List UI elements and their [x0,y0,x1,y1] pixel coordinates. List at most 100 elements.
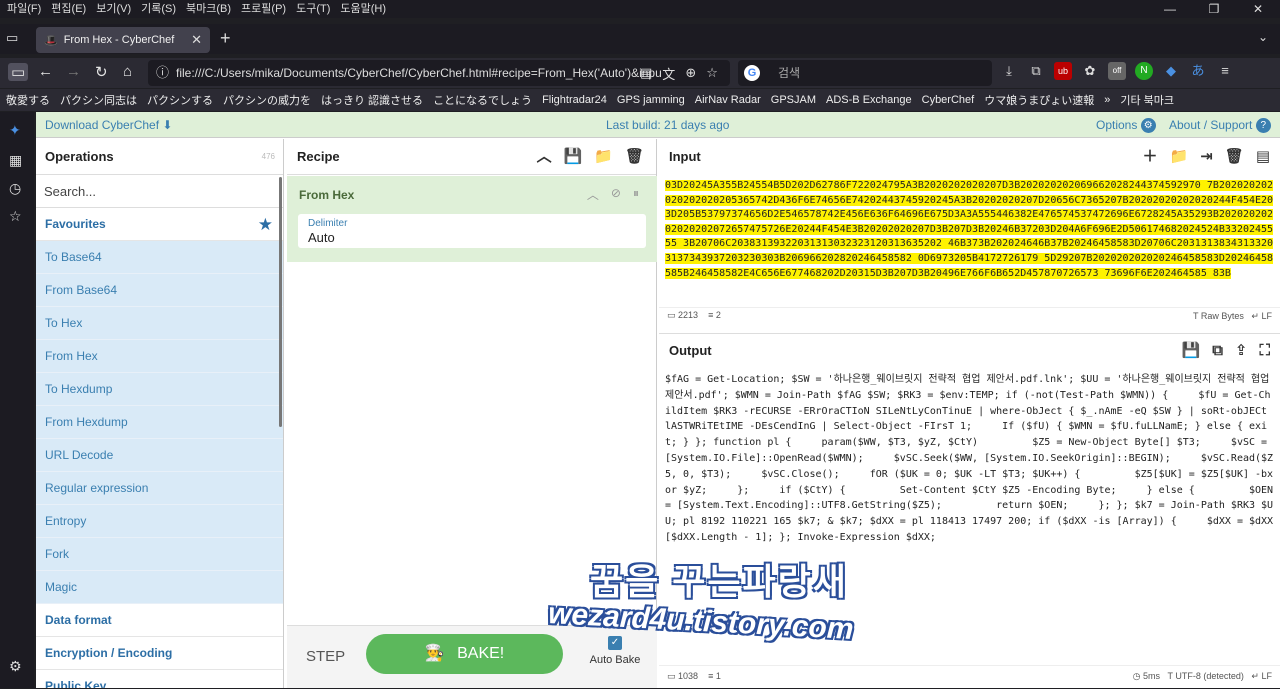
bookmarks-overflow-icon[interactable]: » [1104,94,1110,106]
delimiter-value[interactable]: Auto [308,230,636,245]
category-data-format[interactable]: Data format [36,604,283,637]
collapse-icon[interactable]: ︿ [537,139,552,175]
input-eol[interactable]: LF [1261,311,1272,321]
back-icon[interactable]: ← [38,63,53,80]
delimiter-field[interactable]: Delimiter Auto [298,214,646,248]
menu-history[interactable]: 기록(S) [136,0,181,18]
open-file-icon[interactable]: ⇥ [1200,139,1213,175]
new-tab-icon[interactable]: + [220,28,231,49]
category-favourites[interactable]: Favourites ★ [36,208,283,241]
close-tab-icon[interactable]: ✕ [191,32,202,48]
ublock-icon[interactable]: ub [1054,62,1072,80]
maximize-icon[interactable]: ⛶ [1259,334,1270,368]
output-eol[interactable]: LF [1261,671,1272,681]
bookmark-flightradar[interactable]: Flightradar24 [542,94,607,106]
tab-list-icon[interactable]: ▭ [6,30,18,46]
save-output-icon[interactable]: 💾 [1182,334,1201,368]
close-window-icon[interactable]: ✕ [1236,0,1280,18]
menu-edit[interactable]: 편집(E) [46,0,91,18]
replace-input-icon[interactable]: ⇪ [1235,334,1248,368]
shield-icon[interactable]: ◆ [1162,62,1180,80]
menu-profile[interactable]: 프로필(P) [236,0,291,18]
download-cyberchef-link[interactable]: Download CyberChef ⬇ [45,118,172,132]
op-fork[interactable]: Fork [36,538,283,571]
disable-op-icon[interactable]: ⊘ [611,186,621,203]
op-from-base64[interactable]: From Base64 [36,274,283,307]
settings-gear-icon[interactable]: ⚙ [9,658,22,675]
op-from-hex[interactable]: From Hex [36,340,283,373]
clear-recipe-icon[interactable]: 🗑 [625,139,644,175]
bookmark-uma[interactable]: ウマ娘うまぴょい速報 [984,92,1094,108]
ai-sparkle-icon[interactable]: ✦ [9,122,21,139]
recipe-op-from-hex[interactable]: From Hex ︿ ⊘ ⏸ Delimiter Auto [287,176,657,262]
op-to-hexdump[interactable]: To Hexdump [36,373,283,406]
input-format[interactable]: Raw Bytes [1201,311,1244,321]
input-textarea[interactable]: 03D20245A355B24554B5D202D62786F722024795… [659,175,1280,301]
translate-ext-icon[interactable]: あ [1189,62,1207,80]
minimize-icon[interactable]: — [1148,0,1192,18]
op-url-decode[interactable]: URL Decode [36,439,283,472]
zoom-icon[interactable]: ⊕ [685,65,696,81]
other-bookmarks[interactable]: 기타 북마크 [1120,92,1174,108]
operations-scrollbar[interactable] [279,177,282,427]
clock-icon[interactable]: ◷ [9,180,21,197]
bookmark-cyberchef[interactable]: CyberChef [922,94,975,106]
add-input-icon[interactable]: ＋ [1142,139,1157,175]
menu-view[interactable]: 보기(V) [91,0,136,18]
output-encoding[interactable]: UTF-8 (detected) [1175,671,1244,681]
clear-input-icon[interactable]: 🗑 [1225,139,1244,175]
site-info-icon[interactable]: ⓘ [156,60,169,86]
menu-bookmarks[interactable]: 북마크(B) [181,0,236,18]
category-public-key[interactable]: Public Key [36,670,283,688]
bookmark-gpsjam[interactable]: GPSJAM [771,94,816,106]
reader-view-icon[interactable]: ▤ [640,65,652,81]
translate-icon[interactable]: 文 [662,64,675,83]
bookmark-folder-4[interactable]: パクシンの威力を [223,92,311,108]
menu-tools[interactable]: 도구(T) [291,0,335,18]
op-to-base64[interactable]: To Base64 [36,241,283,274]
op-collapse-icon[interactable]: ︿ [587,186,599,203]
op-regular-expression[interactable]: Regular expression [36,472,283,505]
copy-output-icon[interactable]: ⧉ [1212,334,1223,368]
star-icon[interactable]: ☆ [9,208,22,225]
about-link[interactable]: About / Support ? [1169,118,1271,134]
restore-icon[interactable]: ❐ [1192,0,1236,18]
auto-bake-checkbox-icon[interactable]: ✓ [608,636,622,650]
reload-icon[interactable]: ↻ [95,63,108,81]
bookmark-folder-1[interactable]: 敬愛する [6,92,50,108]
options-link[interactable]: Options ⚙ [1096,118,1156,134]
addon-icon[interactable]: ✿ [1081,62,1099,80]
history-panel-icon[interactable]: ▦ [9,152,22,169]
sidebar-toggle-icon[interactable]: ▭ [8,63,29,81]
op-to-hex[interactable]: To Hex [36,307,283,340]
pause-op-icon[interactable]: ⏸ [633,186,639,203]
operations-search-input[interactable]: Search... [36,175,283,208]
bookmark-gps-jamming[interactable]: GPS jamming [617,94,685,106]
layout-icon[interactable]: ▤ [1256,139,1270,175]
open-folder-icon[interactable]: 📁 [1170,139,1189,175]
favourite-star-icon[interactable]: ★ [258,208,273,241]
bookmark-airnav[interactable]: AirNav Radar [695,94,761,106]
off-icon[interactable]: off [1108,62,1126,80]
auto-bake-toggle[interactable]: ✓ Auto Bake [587,636,643,666]
menu-help[interactable]: 도움말(H) [335,0,391,18]
bookmark-folder-6[interactable]: ことになるでしょう [433,92,532,108]
load-recipe-icon[interactable]: 📁 [594,139,613,175]
op-magic[interactable]: Magic [36,571,283,604]
more-tools-icon[interactable]: ≡ [1216,62,1234,80]
home-icon[interactable]: ⌂ [123,63,132,80]
google-icon[interactable]: G [744,65,760,81]
menu-file[interactable]: 파일(F) [2,0,46,18]
bookmark-star-icon[interactable]: ☆ [706,65,718,81]
category-encryption-encoding[interactable]: Encryption / Encoding [36,637,283,670]
step-button[interactable]: STEP [306,648,345,665]
forward-icon[interactable]: → [66,63,81,80]
save-recipe-icon[interactable]: 💾 [564,139,583,175]
green-addon-icon[interactable]: N [1135,62,1153,80]
bake-button[interactable]: 👨‍🍳 BAKE! [366,634,563,674]
bookmark-adsb[interactable]: ADS-B Exchange [826,94,912,106]
bookmark-folder-3[interactable]: パクシンする [147,92,213,108]
extension-icon[interactable]: ⧉ [1027,62,1045,80]
tab-cyberchef[interactable]: 🎩 From Hex - CyberChef ✕ [36,27,210,53]
op-from-hexdump[interactable]: From Hexdump [36,406,283,439]
